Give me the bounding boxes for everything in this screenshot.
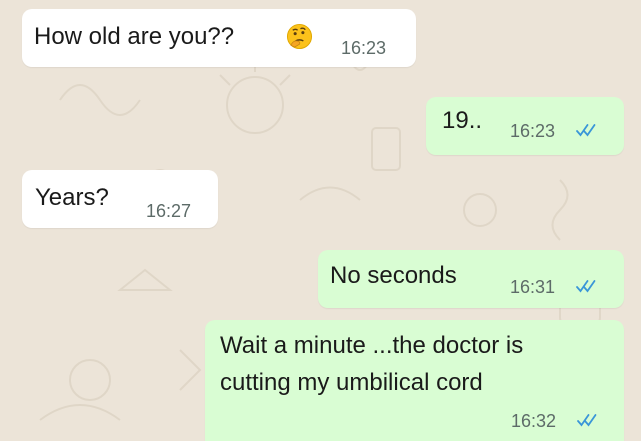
message-text-line: cutting my umbilical cord xyxy=(220,369,483,396)
incoming-message-bubble[interactable]: Years? 16:27 xyxy=(22,170,218,228)
read-receipt-icon xyxy=(577,414,597,427)
outgoing-message-bubble[interactable]: 19.. 16:23 xyxy=(426,97,624,155)
message-timestamp: 16:32 xyxy=(511,411,557,431)
message-timestamp: 16:31 xyxy=(510,277,556,297)
thinking-face-emoji-icon xyxy=(286,23,313,50)
read-receipt-icon xyxy=(576,280,596,293)
message-timestamp: 16:23 xyxy=(510,121,556,141)
message-text: 19.. xyxy=(442,107,483,134)
message-text: Years? xyxy=(35,184,109,211)
read-receipt-icon xyxy=(576,124,596,137)
incoming-message-bubble[interactable]: How old are you?? 16:23 xyxy=(22,9,416,67)
outgoing-message-bubble[interactable]: Wait a minute ...the doctor is cutting m… xyxy=(205,320,624,441)
message-text: How old are you?? xyxy=(34,23,235,50)
message-text-line: Wait a minute ...the doctor is xyxy=(220,332,524,359)
message-text: No seconds xyxy=(330,262,457,289)
outgoing-message-bubble[interactable]: No seconds 16:31 xyxy=(318,250,624,308)
message-timestamp: 16:23 xyxy=(341,38,387,58)
message-timestamp: 16:27 xyxy=(146,201,192,221)
